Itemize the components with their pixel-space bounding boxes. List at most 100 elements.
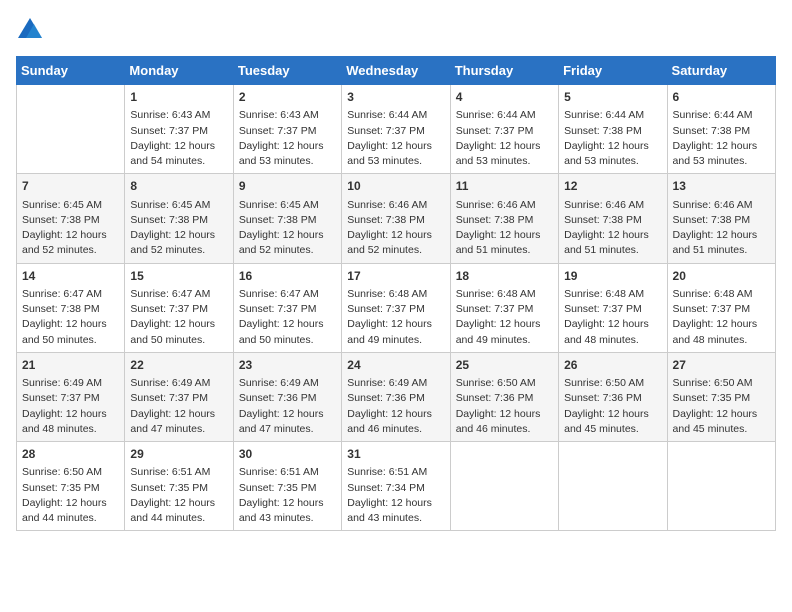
day-number: 4 bbox=[456, 89, 553, 106]
calendar-cell: 30Sunrise: 6:51 AMSunset: 7:35 PMDayligh… bbox=[233, 442, 341, 531]
day-number: 27 bbox=[673, 357, 770, 374]
day-number: 8 bbox=[130, 178, 227, 195]
calendar-cell: 27 Sunrise: 6:50 AMSunset: 7:35 PMDayligh… bbox=[667, 352, 775, 441]
day-number: 19 bbox=[564, 268, 661, 285]
day-number: 6 bbox=[673, 89, 770, 106]
day-info: Sunrise: 6:44 AMSunset: 7:37 PMDaylight:… bbox=[456, 108, 553, 169]
day-info: Sunrise: 6:45 AMSunset: 7:38 PMDaylight:… bbox=[22, 198, 119, 259]
day-info: Sunrise: 6:51 AMSunset: 7:34 PMDaylight:… bbox=[347, 465, 444, 526]
day-info: Sunrise: 6:47 AMSunset: 7:37 PMDaylight:… bbox=[130, 287, 227, 348]
calendar-cell: 8 Sunrise: 6:45 AMSunset: 7:38 PMDaylight… bbox=[125, 174, 233, 263]
calendar-cell: 7Sunrise: 6:45 AMSunset: 7:38 PMDaylight… bbox=[17, 174, 125, 263]
day-info: Sunrise: 6:51 AMSunset: 7:35 PMDaylight:… bbox=[130, 465, 227, 526]
calendar-cell: 6 Sunrise: 6:44 AMSunset: 7:38 PMDaylight… bbox=[667, 85, 775, 174]
calendar-cell: 22 Sunrise: 6:49 AMSunset: 7:37 PMDayligh… bbox=[125, 352, 233, 441]
day-info: Sunrise: 6:48 AMSunset: 7:37 PMDaylight:… bbox=[347, 287, 444, 348]
day-info: Sunrise: 6:46 AMSunset: 7:38 PMDaylight:… bbox=[347, 198, 444, 259]
calendar-cell: 19Sunrise: 6:48 AMSunset: 7:37 PMDayligh… bbox=[559, 263, 667, 352]
day-number: 3 bbox=[347, 89, 444, 106]
day-number: 26 bbox=[564, 357, 661, 374]
day-info: Sunrise: 6:47 AMSunset: 7:37 PMDaylight:… bbox=[239, 287, 336, 348]
week-row-4: 21 Sunrise: 6:49 AMSunset: 7:37 PMDayligh… bbox=[17, 352, 776, 441]
day-number: 22 bbox=[130, 357, 227, 374]
day-number: 25 bbox=[456, 357, 553, 374]
calendar-table: SundayMondayTuesdayWednesdayThursdayFrid… bbox=[16, 56, 776, 531]
day-number: 31 bbox=[347, 446, 444, 463]
calendar-cell: 21 Sunrise: 6:49 AMSunset: 7:37 PMDayligh… bbox=[17, 352, 125, 441]
calendar-cell: 18Sunrise: 6:48 AMSunset: 7:37 PMDayligh… bbox=[450, 263, 558, 352]
col-header-tuesday: Tuesday bbox=[233, 57, 341, 85]
calendar-cell bbox=[667, 442, 775, 531]
day-info: Sunrise: 6:48 AMSunset: 7:37 PMDaylight:… bbox=[673, 287, 770, 348]
day-number: 14 bbox=[22, 268, 119, 285]
day-info: Sunrise: 6:46 AMSunset: 7:38 PMDaylight:… bbox=[456, 198, 553, 259]
calendar-cell: 13Sunrise: 6:46 AMSunset: 7:38 PMDayligh… bbox=[667, 174, 775, 263]
day-info: Sunrise: 6:49 AMSunset: 7:36 PMDaylight:… bbox=[347, 376, 444, 437]
calendar-cell: 25Sunrise: 6:50 AMSunset: 7:36 PMDayligh… bbox=[450, 352, 558, 441]
week-row-5: 28Sunrise: 6:50 AMSunset: 7:35 PMDayligh… bbox=[17, 442, 776, 531]
calendar-cell: 4 Sunrise: 6:44 AMSunset: 7:37 PMDaylight… bbox=[450, 85, 558, 174]
header-row: SundayMondayTuesdayWednesdayThursdayFrid… bbox=[17, 57, 776, 85]
day-info: Sunrise: 6:45 AMSunset: 7:38 PMDaylight:… bbox=[130, 198, 227, 259]
calendar-cell: 5 Sunrise: 6:44 AMSunset: 7:38 PMDaylight… bbox=[559, 85, 667, 174]
day-info: Sunrise: 6:50 AMSunset: 7:35 PMDaylight:… bbox=[673, 376, 770, 437]
day-info: Sunrise: 6:46 AMSunset: 7:38 PMDaylight:… bbox=[564, 198, 661, 259]
col-header-saturday: Saturday bbox=[667, 57, 775, 85]
calendar-cell: 1 Sunrise: 6:43 AMSunset: 7:37 PMDaylight… bbox=[125, 85, 233, 174]
calendar-cell: 16 Sunrise: 6:47 AMSunset: 7:37 PMDayligh… bbox=[233, 263, 341, 352]
calendar-cell: 10 Sunrise: 6:46 AMSunset: 7:38 PMDayligh… bbox=[342, 174, 450, 263]
day-info: Sunrise: 6:50 AMSunset: 7:36 PMDaylight:… bbox=[564, 376, 661, 437]
day-number: 9 bbox=[239, 178, 336, 195]
day-info: Sunrise: 6:49 AMSunset: 7:37 PMDaylight:… bbox=[22, 376, 119, 437]
week-row-2: 7Sunrise: 6:45 AMSunset: 7:38 PMDaylight… bbox=[17, 174, 776, 263]
day-number: 17 bbox=[347, 268, 444, 285]
col-header-monday: Monday bbox=[125, 57, 233, 85]
day-info: Sunrise: 6:48 AMSunset: 7:37 PMDaylight:… bbox=[456, 287, 553, 348]
day-number: 20 bbox=[673, 268, 770, 285]
col-header-thursday: Thursday bbox=[450, 57, 558, 85]
calendar-cell: 20 Sunrise: 6:48 AMSunset: 7:37 PMDayligh… bbox=[667, 263, 775, 352]
day-number: 5 bbox=[564, 89, 661, 106]
day-info: Sunrise: 6:47 AMSunset: 7:38 PMDaylight:… bbox=[22, 287, 119, 348]
day-number: 11 bbox=[456, 178, 553, 195]
day-number: 24 bbox=[347, 357, 444, 374]
day-number: 23 bbox=[239, 357, 336, 374]
calendar-cell: 2 Sunrise: 6:43 AMSunset: 7:37 PMDaylight… bbox=[233, 85, 341, 174]
calendar-cell bbox=[450, 442, 558, 531]
week-row-3: 14 Sunrise: 6:47 AMSunset: 7:38 PMDayligh… bbox=[17, 263, 776, 352]
calendar-cell: 9 Sunrise: 6:45 AMSunset: 7:38 PMDaylight… bbox=[233, 174, 341, 263]
day-number: 15 bbox=[130, 268, 227, 285]
day-info: Sunrise: 6:44 AMSunset: 7:37 PMDaylight:… bbox=[347, 108, 444, 169]
day-number: 29 bbox=[130, 446, 227, 463]
logo-icon bbox=[16, 16, 44, 44]
day-info: Sunrise: 6:49 AMSunset: 7:37 PMDaylight:… bbox=[130, 376, 227, 437]
day-number: 2 bbox=[239, 89, 336, 106]
day-info: Sunrise: 6:44 AMSunset: 7:38 PMDaylight:… bbox=[564, 108, 661, 169]
calendar-cell: 31 Sunrise: 6:51 AMSunset: 7:34 PMDayligh… bbox=[342, 442, 450, 531]
col-header-friday: Friday bbox=[559, 57, 667, 85]
page-header bbox=[16, 16, 776, 44]
calendar-cell: 26 Sunrise: 6:50 AMSunset: 7:36 PMDayligh… bbox=[559, 352, 667, 441]
calendar-cell: 29 Sunrise: 6:51 AMSunset: 7:35 PMDayligh… bbox=[125, 442, 233, 531]
col-header-wednesday: Wednesday bbox=[342, 57, 450, 85]
day-info: Sunrise: 6:45 AMSunset: 7:38 PMDaylight:… bbox=[239, 198, 336, 259]
day-number: 16 bbox=[239, 268, 336, 285]
day-number: 13 bbox=[673, 178, 770, 195]
calendar-cell: 14 Sunrise: 6:47 AMSunset: 7:38 PMDayligh… bbox=[17, 263, 125, 352]
logo bbox=[16, 16, 48, 44]
day-info: Sunrise: 6:43 AMSunset: 7:37 PMDaylight:… bbox=[239, 108, 336, 169]
day-number: 1 bbox=[130, 89, 227, 106]
calendar-cell: 3 Sunrise: 6:44 AMSunset: 7:37 PMDaylight… bbox=[342, 85, 450, 174]
day-number: 21 bbox=[22, 357, 119, 374]
calendar-cell: 28Sunrise: 6:50 AMSunset: 7:35 PMDayligh… bbox=[17, 442, 125, 531]
day-info: Sunrise: 6:44 AMSunset: 7:38 PMDaylight:… bbox=[673, 108, 770, 169]
day-info: Sunrise: 6:50 AMSunset: 7:35 PMDaylight:… bbox=[22, 465, 119, 526]
calendar-cell bbox=[17, 85, 125, 174]
calendar-cell: 12Sunrise: 6:46 AMSunset: 7:38 PMDayligh… bbox=[559, 174, 667, 263]
week-row-1: 1 Sunrise: 6:43 AMSunset: 7:37 PMDaylight… bbox=[17, 85, 776, 174]
day-info: Sunrise: 6:43 AMSunset: 7:37 PMDaylight:… bbox=[130, 108, 227, 169]
day-number: 10 bbox=[347, 178, 444, 195]
day-info: Sunrise: 6:51 AMSunset: 7:35 PMDaylight:… bbox=[239, 465, 336, 526]
calendar-cell: 24 Sunrise: 6:49 AMSunset: 7:36 PMDayligh… bbox=[342, 352, 450, 441]
calendar-cell: 11 Sunrise: 6:46 AMSunset: 7:38 PMDayligh… bbox=[450, 174, 558, 263]
